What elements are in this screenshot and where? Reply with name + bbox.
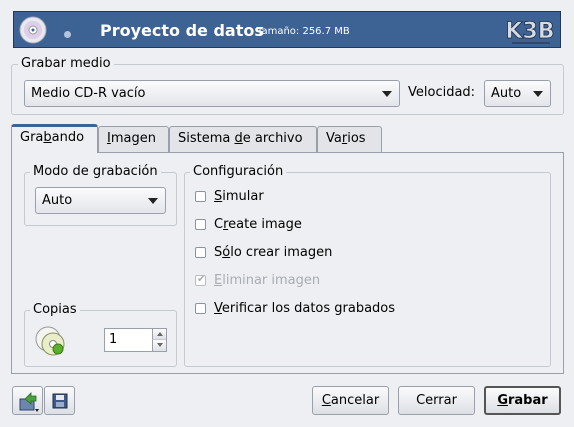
tab-writing[interactable]: Grabando: [11, 124, 98, 153]
checkmark-icon: ✔: [197, 274, 206, 285]
header-bullet: [64, 31, 71, 38]
load-settings-button[interactable]: [12, 386, 43, 415]
checkbox-box: [195, 191, 206, 202]
data-cd-icon: [19, 16, 47, 44]
write-mode-value: Auto: [42, 193, 73, 208]
cancel-button[interactable]: Cancelar: [312, 386, 389, 415]
checkbox-label: Simular: [214, 189, 264, 204]
copies-value: 1: [109, 332, 118, 347]
speed-select-value: Auto: [491, 86, 522, 101]
speed-label: Velocidad:: [408, 85, 476, 100]
k3b-logo: K3B: [502, 13, 558, 47]
chevron-down-icon: [148, 198, 158, 204]
tab-misc[interactable]: Varios: [317, 126, 382, 152]
project-header: Proyecto de datos Tamaño: 256.7 MB K3B: [13, 11, 561, 48]
configuration-label: Configuración: [190, 164, 287, 179]
project-title: Proyecto de datos: [100, 21, 264, 40]
checkbox-box: ✔: [195, 274, 206, 286]
medium-select-value: Medio CD-R vacío: [31, 86, 146, 101]
save-settings-button[interactable]: [44, 386, 75, 415]
svg-text:K3B: K3B: [505, 19, 554, 44]
checkbox-box: [195, 247, 206, 258]
close-button[interactable]: Cerrar: [398, 386, 475, 415]
chevron-down-icon: [533, 91, 543, 97]
copies-spinbox[interactable]: 1: [104, 328, 167, 352]
tab-misc-label: Varios: [326, 131, 366, 146]
checkbox-box: [195, 219, 206, 230]
burn-button-label: Grabar: [497, 393, 548, 408]
checkbox-label: Eliminar imagen: [214, 273, 321, 288]
write-mode-label: Modo de grabación: [30, 164, 161, 179]
close-button-label: Cerrar: [416, 393, 457, 408]
tab-writing-label: Grabando: [20, 130, 85, 145]
load-settings-icon: [19, 392, 39, 412]
tab-image[interactable]: Imagen: [98, 126, 169, 152]
tab-filesystem-label: Sistema de archivo: [178, 131, 303, 146]
spin-down-icon[interactable]: [152, 340, 166, 351]
project-size: Tamaño: 256.7 MB: [257, 26, 350, 37]
checkbox-label: Sólo crear imagen: [214, 245, 333, 260]
speed-select[interactable]: Auto: [484, 80, 551, 107]
tab-filesystem[interactable]: Sistema de archivo: [169, 126, 317, 152]
checkbox-label: Verificar los datos grabados: [214, 301, 396, 316]
copies-label: Copias: [30, 302, 80, 317]
chevron-down-icon: [382, 91, 392, 97]
checkbox-label: Create image: [214, 217, 302, 232]
burn-medium-label: Grabar medio: [18, 56, 114, 71]
write-mode-select[interactable]: Auto: [35, 187, 166, 214]
medium-select[interactable]: Medio CD-R vacío: [24, 80, 400, 107]
tab-image-label: Imagen: [107, 131, 156, 146]
cancel-button-label: Cancelar: [321, 393, 380, 408]
spin-up-icon[interactable]: [152, 329, 166, 340]
burn-button[interactable]: Grabar: [484, 386, 561, 415]
checkbox-box: [195, 303, 206, 314]
save-icon: [52, 393, 68, 409]
cd-copy-icon: [35, 326, 65, 356]
